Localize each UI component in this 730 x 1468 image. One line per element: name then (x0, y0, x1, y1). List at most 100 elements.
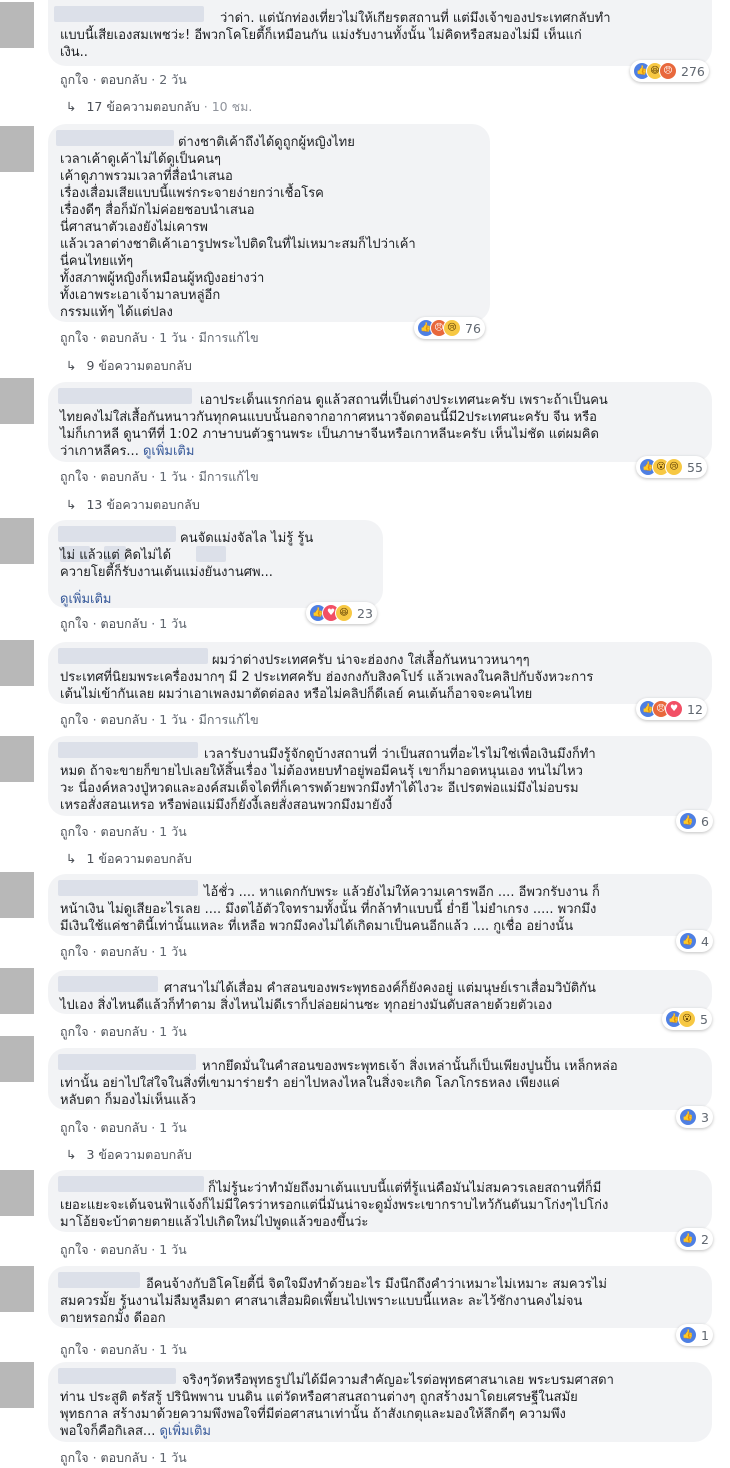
reply-link[interactable]: ตอบกลับ (101, 1450, 148, 1465)
comment-text: ผมว่าต่างประเทศครับ น่าจะฮ่องกง ใส่เสื้อ… (60, 653, 594, 702)
comment-text: คนจัดแม่งจัลไล ไม่รู้ รู้น ไม่ แล้วแต่ ค… (60, 531, 314, 580)
comment-time[interactable]: 1 วัน (159, 469, 187, 484)
like-icon: 👍 (679, 932, 697, 950)
comment-actions: ถูกใจ · ตอบกลับ · 1 วัน (60, 1450, 187, 1465)
reaction-count: 5 (700, 1011, 708, 1027)
comment-time[interactable]: 1 วัน (159, 1342, 187, 1357)
reaction-summary[interactable]: 👍 ♥ 😆 23 (306, 602, 377, 624)
like-link[interactable]: ถูกใจ (60, 712, 89, 727)
reply-link[interactable]: ตอบกลับ (101, 616, 148, 631)
avatar[interactable] (0, 736, 34, 782)
reaction-count: 2 (701, 1231, 709, 1247)
like-link[interactable]: ถูกใจ (60, 469, 89, 484)
avatar[interactable] (0, 1362, 34, 1408)
comment-time[interactable]: 1 วัน (159, 1450, 187, 1465)
avatar[interactable] (0, 968, 34, 1014)
comment-text: ต่างชาติเค้าถึงได้ดูถูกผู้หญิงไทย เวลาเค… (60, 135, 416, 320)
edited-label[interactable]: มีการแก้ไข (199, 330, 259, 345)
avatar[interactable] (0, 1036, 34, 1082)
reaction-summary[interactable]: 👍 6 (676, 810, 713, 832)
comment-time[interactable]: 1 วัน (159, 824, 187, 839)
reaction-count: 55 (687, 459, 703, 475)
reaction-summary[interactable]: 👍 😆 😠 276 (630, 60, 709, 82)
like-link[interactable]: ถูกใจ (60, 1450, 89, 1465)
avatar[interactable] (0, 518, 34, 564)
comment-text: อีคนจ้างกับอิโคโยตี้นี่ จิตใจมึงทำด้วยอะ… (60, 1277, 607, 1326)
like-link[interactable]: ถูกใจ (60, 616, 89, 631)
edited-label[interactable]: มีการแก้ไข (199, 469, 259, 484)
reply-arrow-icon: ↳ (66, 99, 77, 114)
comment-actions: ถูกใจ · ตอบกลับ · 1 วัน (60, 1024, 187, 1039)
reply-link[interactable]: ตอบกลับ (101, 469, 148, 484)
avatar[interactable] (0, 872, 34, 918)
reaction-summary[interactable]: 👍 4 (676, 930, 713, 952)
avatar[interactable] (0, 640, 34, 686)
reaction-summary[interactable]: 👍 3 (676, 1106, 713, 1128)
reaction-summary[interactable]: 👍 😮 😢 55 (636, 456, 707, 478)
like-icon: 👍 (679, 1326, 697, 1344)
reaction-summary[interactable]: 👍 😠 😢 76 (414, 317, 485, 339)
reply-arrow-icon: ↳ (66, 358, 77, 373)
avatar[interactable] (0, 126, 34, 172)
comment-time[interactable]: 1 วัน (159, 1242, 187, 1257)
like-link[interactable]: ถูกใจ (60, 824, 89, 839)
reply-arrow-icon: ↳ (66, 851, 77, 866)
comment-time[interactable]: 1 วัน (159, 944, 187, 959)
avatar[interactable] (0, 2, 34, 48)
comment-text: เอาประเด็นแรกก่อน ดูแล้วสถานที่เป็นต่างป… (60, 393, 608, 459)
like-link[interactable]: ถูกใจ (60, 1120, 89, 1135)
sad-icon: 😢 (665, 458, 683, 476)
like-link[interactable]: ถูกใจ (60, 944, 89, 959)
avatar[interactable] (0, 1170, 34, 1216)
like-link[interactable]: ถูกใจ (60, 1024, 89, 1039)
comment-actions: ถูกใจ · ตอบกลับ · 1 วัน · มีการแก้ไข (60, 712, 259, 727)
see-more-link[interactable]: ดูเพิ่มเติม (159, 1424, 210, 1439)
reply-link[interactable]: ตอบกลับ (101, 72, 148, 87)
like-link[interactable]: ถูกใจ (60, 1342, 89, 1357)
comment-time[interactable]: 1 วัน (159, 712, 187, 727)
reply-link[interactable]: ตอบกลับ (101, 1242, 148, 1257)
like-link[interactable]: ถูกใจ (60, 72, 89, 87)
view-replies-link[interactable]: ↳ 13 ข้อความตอบกลับ (66, 495, 200, 515)
view-replies-link[interactable]: ↳ 17 ข้อความตอบกลับ · 10 ชม. (66, 97, 252, 117)
reply-link[interactable]: ตอบกลับ (101, 944, 148, 959)
like-link[interactable]: ถูกใจ (60, 330, 89, 345)
reply-link[interactable]: ตอบกลับ (101, 712, 148, 727)
comment-time[interactable]: 1 วัน (159, 1024, 187, 1039)
reply-link[interactable]: ตอบกลับ (101, 824, 148, 839)
reaction-count: 276 (681, 63, 705, 79)
reply-arrow-icon: ↳ (66, 497, 77, 512)
comment-text: ไอ้ชั่ว .... หาแดกกับพระ แล้วยังไม่ให้คว… (60, 885, 600, 934)
wow-icon: 😮 (678, 1010, 696, 1028)
reaction-summary[interactable]: 👍 😠 ♥ 12 (636, 698, 707, 720)
avatar[interactable] (0, 378, 34, 424)
view-replies-link[interactable]: ↳ 1 ข้อความตอบกลับ (66, 849, 192, 869)
reply-link[interactable]: ตอบกลับ (101, 1342, 148, 1357)
edited-label[interactable]: มีการแก้ไข (199, 712, 259, 727)
view-replies-link[interactable]: ↳ 9 ข้อความตอบกลับ (66, 356, 192, 376)
like-icon: 👍 (679, 1108, 697, 1126)
comment-time[interactable]: 2 วัน (159, 72, 187, 87)
comment-actions: ถูกใจ · ตอบกลับ · 1 วัน (60, 1120, 187, 1135)
reaction-summary[interactable]: 👍 😮 5 (662, 1008, 712, 1030)
reply-link[interactable]: ตอบกลับ (101, 330, 148, 345)
see-more-link[interactable]: ดูเพิ่มเติม (60, 588, 111, 609)
reaction-summary[interactable]: 👍 1 (676, 1324, 713, 1346)
reaction-count: 76 (465, 320, 481, 336)
comment-time[interactable]: 1 วัน (159, 330, 187, 345)
view-replies-link[interactable]: ↳ 3 ข้อความตอบกลับ (66, 1145, 192, 1165)
reaction-summary[interactable]: 👍 2 (676, 1228, 713, 1250)
like-link[interactable]: ถูกใจ (60, 1242, 89, 1257)
comment-time[interactable]: 1 วัน (159, 616, 187, 631)
reaction-count: 6 (701, 813, 709, 829)
comment-actions: ถูกใจ · ตอบกลับ · 1 วัน · มีการแก้ไข (60, 469, 259, 484)
reply-link[interactable]: ตอบกลับ (101, 1024, 148, 1039)
comment-text: เวลารับงานมึงรู้จักดูบ้างสถานที่ ว่าเป็น… (60, 747, 596, 813)
reply-link[interactable]: ตอบกลับ (101, 1120, 148, 1135)
comment-time[interactable]: 1 วัน (159, 1120, 187, 1135)
see-more-link[interactable]: ดูเพิ่มเติม (143, 444, 194, 459)
like-icon: 👍 (679, 812, 697, 830)
love-icon: ♥ (665, 700, 683, 718)
avatar[interactable] (0, 1266, 34, 1312)
reaction-count: 23 (357, 605, 373, 621)
